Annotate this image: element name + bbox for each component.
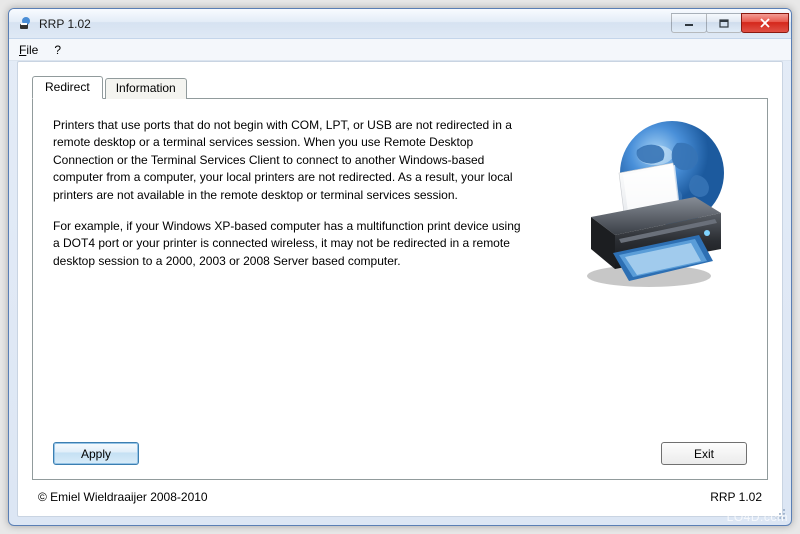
paragraph-2: For example, if your Windows XP-based co…: [53, 218, 523, 270]
tab-redirect[interactable]: Redirect: [32, 76, 103, 99]
title-bar[interactable]: RRP 1.02: [9, 9, 791, 39]
menu-file[interactable]: File: [19, 43, 38, 57]
close-icon: [759, 18, 771, 28]
printer-globe-icon: [567, 115, 747, 295]
minimize-icon: [684, 19, 694, 27]
apply-button[interactable]: Apply: [53, 442, 139, 465]
version-text: RRP 1.02: [710, 490, 762, 504]
copyright-text: © Emiel Wieldraaijer 2008-2010: [38, 490, 208, 504]
description-text: Printers that use ports that do not begi…: [53, 117, 523, 270]
menu-bar: File ?: [9, 39, 791, 61]
close-button[interactable]: [741, 13, 789, 33]
tab-control: Redirect Information Printers that use p…: [32, 76, 768, 480]
window-controls: [672, 13, 789, 33]
menu-help[interactable]: ?: [54, 43, 61, 57]
client-area: Redirect Information Printers that use p…: [17, 61, 783, 517]
exit-button[interactable]: Exit: [661, 442, 747, 465]
paragraph-1: Printers that use ports that do not begi…: [53, 117, 523, 204]
app-icon: [17, 16, 33, 32]
maximize-button[interactable]: [706, 13, 742, 33]
tab-headers: Redirect Information: [32, 76, 768, 99]
footer: © Emiel Wieldraaijer 2008-2010 RRP 1.02: [32, 480, 768, 508]
resize-grip[interactable]: [773, 507, 787, 521]
tab-information[interactable]: Information: [105, 78, 187, 99]
tab-body: Printers that use ports that do not begi…: [32, 98, 768, 480]
window-frame: RRP 1.02 File ? Redirect Information: [8, 8, 792, 526]
window-title: RRP 1.02: [39, 17, 672, 31]
maximize-icon: [719, 19, 729, 28]
minimize-button[interactable]: [671, 13, 707, 33]
tab-button-row: Apply Exit: [53, 442, 747, 465]
